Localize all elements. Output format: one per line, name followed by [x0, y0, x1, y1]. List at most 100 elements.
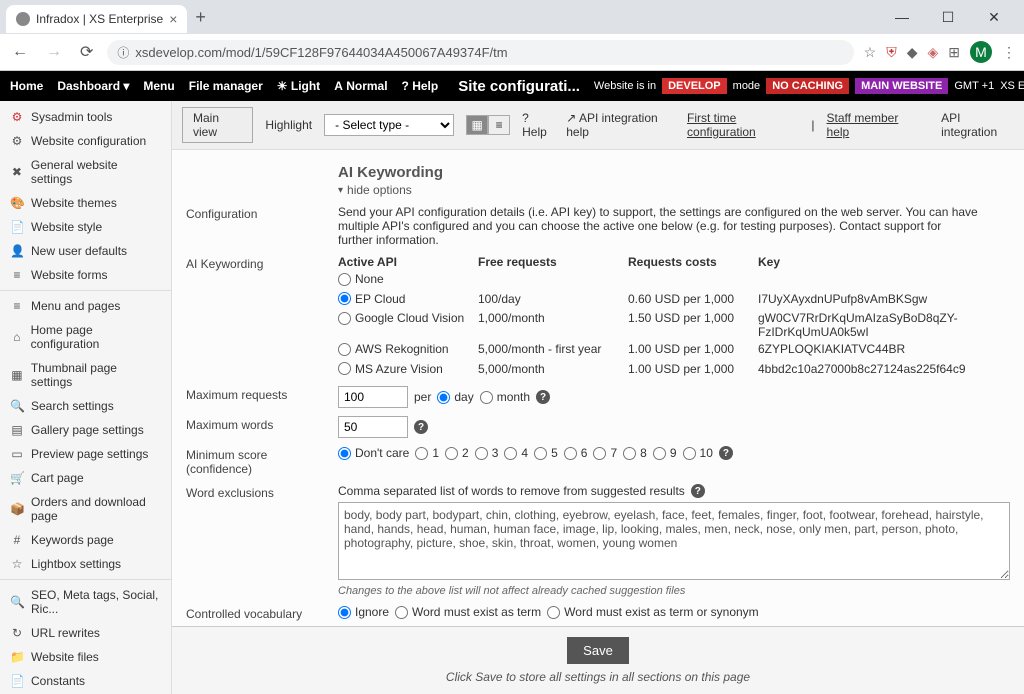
forward-icon[interactable]: → [42, 43, 66, 61]
sidebar-item[interactable]: 🔍Search settings [0, 394, 171, 418]
max-words-input[interactable] [338, 416, 408, 438]
ext2-icon[interactable]: ◈ [927, 44, 938, 61]
close-tab-icon[interactable]: × [169, 11, 177, 27]
toolbar-firsttime[interactable]: First time configuration [687, 111, 799, 139]
sidebar-item[interactable]: ⚙Website configuration [0, 129, 171, 153]
api-cell: 5,000/month - first year [478, 342, 618, 359]
sidebar-item[interactable]: ▤Gallery page settings [0, 418, 171, 442]
star-icon[interactable]: ☆ [864, 44, 877, 61]
api-cell: I7UyXAyxdnUPufp8vAmBKSgw [758, 292, 1010, 309]
sidebar-item[interactable]: 👤New user defaults [0, 239, 171, 263]
profile-avatar[interactable]: M [970, 41, 992, 63]
highlight-select[interactable]: - Select type - [324, 114, 454, 136]
menu-help[interactable]: ? Help [402, 79, 439, 93]
api-table: Active APIFree requestsRequests costsKey… [338, 255, 1010, 378]
radio-score-5[interactable]: 5 [534, 446, 558, 460]
api-radio[interactable]: MS Azure Vision [338, 362, 468, 379]
menu-light[interactable]: ☀ Light [277, 79, 320, 93]
site-info-icon[interactable]: ⓘ [117, 44, 129, 61]
sidebar-item[interactable]: ≡Website forms [0, 263, 171, 287]
label-max-words: Maximum words [186, 416, 326, 432]
status-gmt: GMT +1 [954, 80, 994, 92]
reload-icon[interactable]: ⟳ [76, 42, 97, 62]
sidebar-item[interactable]: ⚙Sysadmin tools [0, 105, 171, 129]
api-radio[interactable]: EP Cloud [338, 292, 468, 309]
sidebar-item[interactable]: #Keywords page [0, 528, 171, 552]
sidebar-item[interactable]: ≡Menu and pages [0, 294, 171, 318]
save-button[interactable]: Save [567, 637, 629, 664]
help-icon[interactable]: ? [536, 390, 550, 404]
mainview-button[interactable]: Main view [182, 107, 253, 143]
radio-cv-syn[interactable]: Word must exist as term or synonym [547, 605, 759, 619]
sidebar-item[interactable]: 📁Website files [0, 645, 171, 669]
radio-score-10[interactable]: 10 [683, 446, 713, 460]
radio-score-1[interactable]: 1 [415, 446, 439, 460]
radio-cv-ignore[interactable]: Ignore [338, 605, 389, 619]
menu-icon[interactable]: ⋮ [1002, 44, 1016, 61]
ext1-icon[interactable]: ◆ [907, 44, 918, 61]
radio-score-3[interactable]: 3 [475, 446, 499, 460]
new-tab-button[interactable]: + [195, 7, 206, 28]
radio-score-2[interactable]: 2 [445, 446, 469, 460]
radio-score-9[interactable]: 9 [653, 446, 677, 460]
toolbar-staff[interactable]: Staff member help [827, 111, 918, 139]
radio-score-6[interactable]: 6 [564, 446, 588, 460]
menu-normal[interactable]: A Normal [334, 79, 387, 93]
menu-home[interactable]: Home [10, 79, 43, 93]
max-requests-input[interactable] [338, 386, 408, 408]
sidebar-item[interactable]: 📄Constants [0, 669, 171, 693]
sidebar-item[interactable]: ⌂Home page configuration [0, 318, 171, 356]
sidebar-item[interactable]: 📦Orders and download page [0, 490, 171, 528]
api-cell: 1.00 USD per 1,000 [628, 342, 748, 359]
footer-note: Click Save to store all settings in all … [182, 670, 1014, 684]
sidebar-item[interactable]: ▭Preview page settings [0, 442, 171, 466]
api-radio[interactable]: None [338, 272, 468, 289]
browser-tab[interactable]: Infradox | XS Enterprise × [6, 5, 187, 33]
label-ai-keywording: AI Keywording [186, 255, 326, 271]
toolbar-help[interactable]: ? Help [522, 111, 554, 139]
label-min-score: Minimum score (confidence) [186, 446, 326, 476]
hide-options-toggle[interactable]: ▾hide options [338, 183, 1010, 197]
close-window-icon[interactable]: ✕ [980, 9, 1008, 26]
back-icon[interactable]: ← [8, 43, 32, 61]
radio-cv-term[interactable]: Word must exist as term [395, 605, 541, 619]
help-icon[interactable]: ? [719, 446, 733, 460]
sidebar-item[interactable]: ▦Thumbnail page settings [0, 356, 171, 394]
radio-score-7[interactable]: 7 [593, 446, 617, 460]
sidebar-item[interactable]: ✖General website settings [0, 153, 171, 191]
menu-dashboard[interactable]: Dashboard ▾ [57, 79, 129, 93]
shield-icon[interactable]: ⛨ [886, 44, 897, 61]
sidebar-item[interactable]: 🎨Website themes [0, 191, 171, 215]
radio-score-4[interactable]: 4 [504, 446, 528, 460]
sidebar-label: New user defaults [31, 244, 127, 258]
menu-menu[interactable]: Menu [143, 79, 174, 93]
minimize-icon[interactable]: — [888, 9, 916, 26]
site-config-title: Site configurati... [458, 78, 580, 95]
sidebar-item[interactable]: 🛒Cart page [0, 466, 171, 490]
api-cell [628, 272, 748, 289]
puzzle-icon[interactable]: ⊞ [948, 44, 960, 61]
menu-filemanager[interactable]: File manager [189, 79, 263, 93]
sidebar-icon: ↻ [10, 626, 24, 640]
api-radio[interactable]: Google Cloud Vision [338, 311, 468, 339]
radio-day[interactable]: day [437, 390, 473, 404]
api-radio[interactable]: AWS Rekognition [338, 342, 468, 359]
word-exclusions-textarea[interactable] [338, 502, 1010, 580]
sidebar-item[interactable]: 📄Website style [0, 215, 171, 239]
url-input[interactable]: ⓘ xsdevelop.com/mod/1/59CF128F97644034A4… [107, 40, 853, 65]
radio-month[interactable]: month [480, 390, 530, 404]
view-grid-icon[interactable]: ▦ [466, 115, 488, 135]
help-icon[interactable]: ? [414, 420, 428, 434]
sidebar-item[interactable]: ☆Lightbox settings [0, 552, 171, 576]
word-excl-note: Changes to the above list will not affec… [338, 585, 1010, 597]
maximize-icon[interactable]: ☐ [934, 9, 962, 26]
sidebar-label: Website forms [31, 268, 107, 282]
help-icon[interactable]: ? [691, 484, 705, 498]
radio-score-8[interactable]: 8 [623, 446, 647, 460]
sidebar-item[interactable]: 🔍SEO, Meta tags, Social, Ric... [0, 583, 171, 621]
view-list-icon[interactable]: ≡ [488, 115, 510, 135]
toolbar-api-integration[interactable]: API integration [941, 111, 1014, 139]
radio-dontcare[interactable]: Don't care [338, 446, 409, 460]
toolbar-api-help[interactable]: ↗ API integration help [566, 111, 675, 139]
sidebar-item[interactable]: ↻URL rewrites [0, 621, 171, 645]
